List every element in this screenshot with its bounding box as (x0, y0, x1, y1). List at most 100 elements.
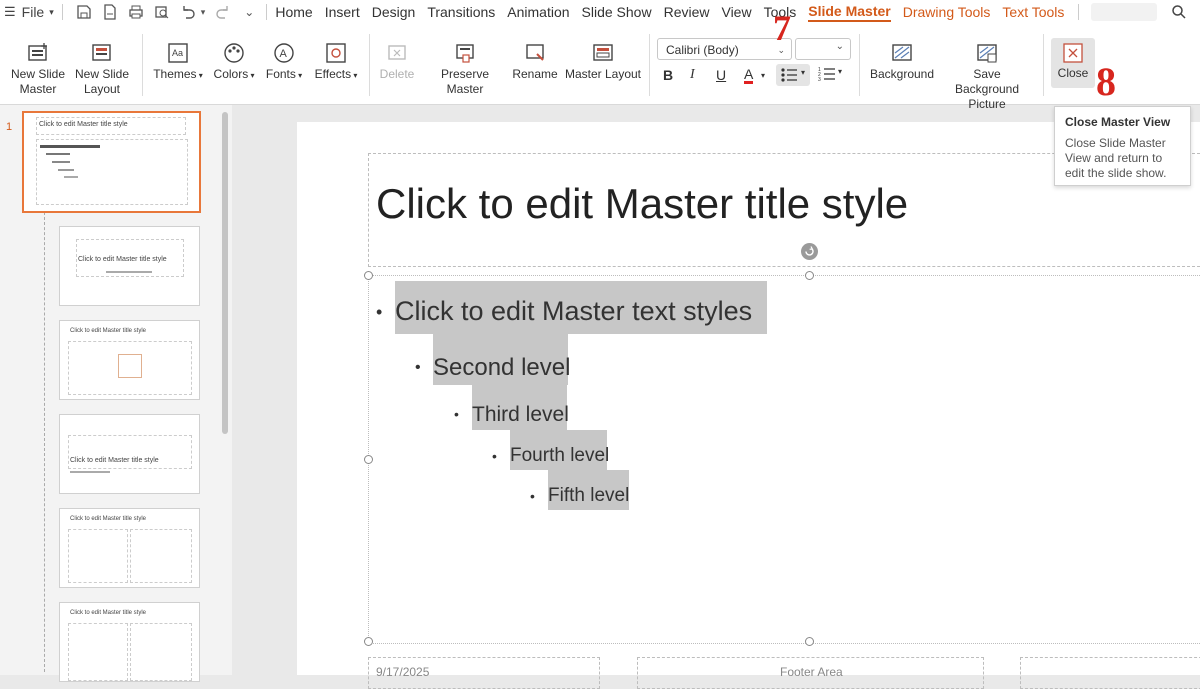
redo-icon[interactable] (215, 4, 231, 20)
rename-button[interactable]: Rename (512, 42, 558, 82)
export-pdf-icon[interactable] (102, 4, 118, 20)
print-preview-icon[interactable] (154, 4, 170, 20)
resize-handle[interactable] (805, 271, 814, 280)
new-slide-layout-button[interactable]: New Slide Layout (72, 42, 132, 97)
hamburger-icon: ☰ (4, 4, 16, 19)
text-level-3[interactable]: Third level (472, 403, 569, 427)
master-layout-label: Master Layout (564, 67, 642, 81)
undo-dropdown-icon[interactable]: ▾ (201, 7, 206, 18)
effects-label: Effects (314, 67, 352, 81)
tab-home[interactable]: Home (275, 4, 312, 20)
master-layout-button[interactable]: Master Layout (564, 42, 642, 82)
layout-thumbnail-title-content[interactable]: Click to edit Master title style (59, 320, 200, 400)
preserve-master-button[interactable]: Preserve Master (422, 42, 508, 97)
thumb-title-text: Click to edit Master title style (70, 610, 147, 616)
background-icon (891, 42, 913, 64)
delete-button[interactable]: Delete (378, 42, 416, 82)
tab-insert[interactable]: Insert (325, 4, 360, 20)
divider (369, 34, 370, 96)
search-icon[interactable] (1171, 4, 1187, 20)
save-icon[interactable] (76, 4, 92, 20)
colors-button[interactable]: Colors ▾ (211, 42, 257, 83)
slide-title[interactable]: Click to edit Master title style (376, 180, 908, 228)
font-name-select[interactable]: Calibri (Body) ⌄ (657, 38, 792, 60)
tab-slide-show[interactable]: Slide Show (582, 4, 652, 20)
thumbnail-scrollbar[interactable] (222, 112, 228, 434)
layout-thumbnail-title[interactable]: Click to edit Master title style (59, 226, 200, 306)
resize-handle[interactable] (364, 637, 373, 646)
background-button[interactable]: Background (868, 42, 936, 82)
bullet-dot: • (415, 359, 421, 376)
new-slide-master-button[interactable]: New Slide Master (8, 42, 68, 97)
callout-number-8: 8 (1096, 59, 1116, 104)
file-menu[interactable]: ☰ File ▾ (4, 4, 54, 20)
font-color-button[interactable]: A (744, 67, 754, 84)
chevron-down-icon: ▾ (351, 71, 358, 80)
save-background-picture-icon (976, 42, 998, 64)
bullets-button[interactable]: ▾ (776, 64, 810, 86)
italic-button[interactable]: I (690, 67, 695, 83)
layout-thumbnail-comparison[interactable]: Click to edit Master title style (59, 602, 200, 682)
effects-button[interactable]: Effects ▾ (311, 42, 361, 83)
chevron-down-icon: ▾ (49, 6, 54, 17)
save-background-picture-label: Save Background Picture (954, 67, 1020, 111)
tab-design[interactable]: Design (372, 4, 416, 20)
divider (142, 34, 143, 96)
text-level-1[interactable]: Click to edit Master text styles (395, 296, 752, 327)
save-background-picture-button[interactable]: Save Background Picture (940, 42, 1034, 112)
tab-drawing-tools[interactable]: Drawing Tools (903, 4, 991, 20)
slide-thumbnail-panel: 1 Click to edit Master title style Click… (0, 105, 232, 682)
thumb-text-line (46, 153, 70, 155)
thumb-body-placeholder (68, 529, 128, 583)
undo-icon[interactable] (180, 4, 196, 20)
divider (1043, 34, 1044, 96)
svg-text:3: 3 (818, 77, 821, 82)
fonts-button[interactable]: A Fonts ▾ (263, 42, 305, 83)
command-search-box[interactable] (1091, 3, 1158, 21)
print-icon[interactable] (128, 4, 144, 20)
chevron-down-icon: ▾ (801, 68, 806, 77)
tree-connector (44, 212, 46, 672)
bold-button[interactable]: B (663, 67, 673, 83)
tab-text-tools[interactable]: Text Tools (1002, 4, 1064, 20)
resize-handle[interactable] (364, 271, 373, 280)
numbering-button[interactable]: 123 ▾ (818, 66, 848, 84)
font-size-select[interactable]: ⌄ (795, 38, 851, 60)
palette-icon (223, 42, 245, 64)
rotate-handle[interactable] (801, 243, 818, 260)
tab-transitions[interactable]: Transitions (427, 4, 495, 20)
underline-button[interactable]: U (716, 67, 726, 83)
thumb-body-placeholder (130, 529, 192, 583)
background-label: Background (869, 67, 935, 81)
tab-slide-master[interactable]: Slide Master (808, 3, 891, 22)
layout-thumbnail-two-content[interactable]: Click to edit Master title style (59, 508, 200, 588)
file-label: File (21, 4, 45, 20)
colors-label: Colors (213, 67, 249, 81)
thumb-text-line (52, 161, 70, 163)
layout-thumbnail-section[interactable]: Click to edit Master title style (59, 414, 200, 494)
text-level-5[interactable]: Fifth level (548, 485, 629, 507)
slide-number-placeholder[interactable] (1020, 657, 1200, 689)
resize-handle[interactable] (364, 455, 373, 464)
divider (649, 34, 650, 96)
thumb-title-placeholder: Click to edit Master title style (36, 117, 186, 135)
new-slide-layout-icon (91, 42, 113, 64)
more-icon[interactable]: ⌄ (244, 5, 254, 19)
tab-view[interactable]: View (721, 4, 751, 20)
chevron-down-icon[interactable]: ▾ (761, 71, 765, 80)
themes-button[interactable]: Aa Themes ▾ (151, 42, 205, 83)
text-level-2[interactable]: Second level (433, 354, 570, 382)
chevron-down-icon: ▾ (196, 71, 203, 80)
resize-handle[interactable] (805, 637, 814, 646)
text-level-4[interactable]: Fourth level (510, 445, 609, 467)
themes-icon: Aa (167, 42, 189, 64)
tab-animation[interactable]: Animation (507, 4, 569, 20)
tab-review[interactable]: Review (664, 4, 710, 20)
thumb-title-text: Click to edit Master title style (78, 256, 167, 263)
master-slide-thumbnail[interactable]: Click to edit Master title style (22, 111, 201, 213)
tooltip-body: Close Slide Master View and return to ed… (1065, 136, 1167, 180)
thumb-text-line (106, 271, 152, 273)
thumb-body-placeholder (36, 139, 188, 205)
fonts-label: Fonts (265, 67, 296, 81)
close-master-view-button[interactable]: Close (1051, 38, 1095, 88)
